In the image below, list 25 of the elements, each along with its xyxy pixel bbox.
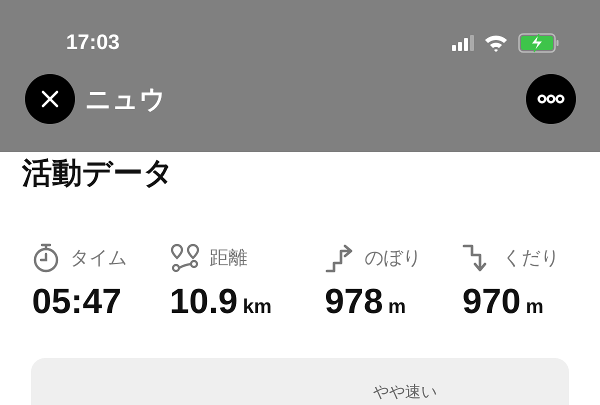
stopwatch-icon	[32, 243, 60, 273]
stat-label: 距離	[210, 246, 248, 271]
header-title: ニュウ	[85, 84, 166, 116]
stat-label: のぼり	[364, 246, 422, 271]
close-button[interactable]	[25, 74, 75, 124]
battery-charging-icon	[518, 33, 560, 53]
route-pins-icon	[170, 243, 200, 273]
more-icon	[537, 94, 565, 104]
stat-value: 05:47	[32, 282, 122, 322]
stat-value: 10.9	[170, 282, 238, 322]
section-title: 活動データ	[22, 156, 175, 192]
close-icon	[40, 89, 60, 109]
more-button[interactable]	[526, 74, 576, 124]
stat-value: 978	[324, 282, 384, 322]
stat-unit: m	[526, 296, 544, 319]
stat-unit: km	[242, 296, 272, 319]
ascent-arrow-icon	[324, 243, 355, 273]
wifi-icon	[484, 34, 508, 52]
stat-value: 970	[462, 282, 521, 322]
pace-label: やや速い	[373, 382, 437, 403]
signal-icon	[452, 35, 474, 51]
stat-label: くだり	[502, 246, 560, 271]
stat-label: タイム	[70, 246, 127, 271]
stat-unit: m	[388, 296, 406, 319]
status-time: 17:03	[66, 31, 120, 55]
